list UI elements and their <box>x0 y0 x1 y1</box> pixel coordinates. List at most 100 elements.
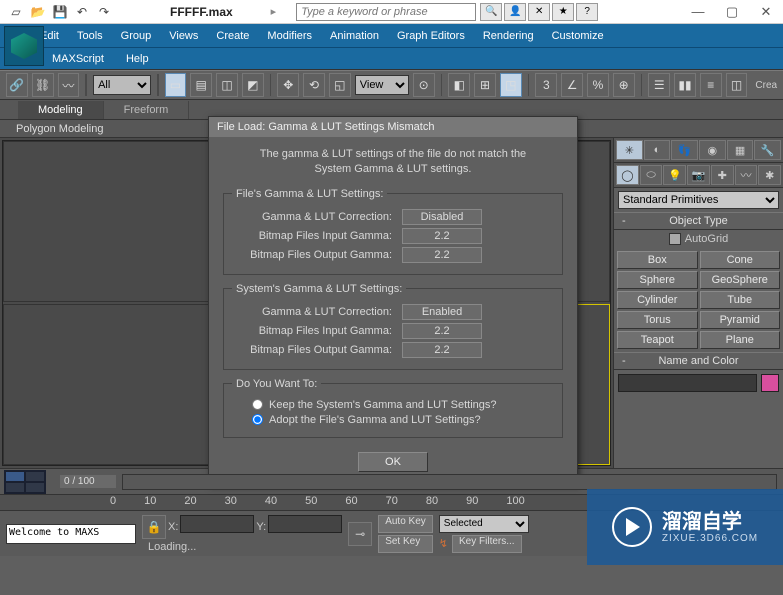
sys-correction-value: Enabled <box>402 304 482 320</box>
new-icon[interactable]: ▱ <box>6 3 26 21</box>
app-logo[interactable] <box>4 26 44 66</box>
open-icon[interactable]: 📂 <box>28 3 48 21</box>
time-slider[interactable] <box>122 474 777 490</box>
menu-views[interactable]: Views <box>169 30 198 42</box>
unlink-icon[interactable]: ⛓ <box>32 73 54 97</box>
selection-filter-dropdown[interactable]: All <box>93 75 151 95</box>
menu-group[interactable]: Group <box>121 30 152 42</box>
spacewarps-icon[interactable]: 〰 <box>735 165 758 185</box>
tab-modeling[interactable]: Modeling <box>18 101 104 119</box>
teapot-button[interactable]: Teapot <box>617 331 698 349</box>
ref-coord-dropdown[interactable]: View <box>355 75 409 95</box>
key-icon[interactable]: ⊸ <box>348 522 372 546</box>
modify-tab-icon[interactable]: ◐ <box>644 140 671 160</box>
menu-rendering[interactable]: Rendering <box>483 30 534 42</box>
plane-button[interactable]: Plane <box>700 331 781 349</box>
create-tab-icon[interactable]: ✳ <box>616 140 643 160</box>
infocenter-search-icon[interactable]: 🔍 <box>480 3 502 21</box>
maxscript-listener[interactable]: Welcome to MAXS <box>6 524 136 544</box>
percent-snap-icon[interactable]: % <box>587 73 609 97</box>
opt-adopt[interactable]: Adopt the File's Gamma and LUT Settings? <box>252 414 554 426</box>
menu-customize[interactable]: Customize <box>552 30 604 42</box>
redo-icon[interactable]: ↷ <box>94 3 114 21</box>
cone-button[interactable]: Cone <box>700 251 781 269</box>
geosphere-button[interactable]: GeoSphere <box>700 271 781 289</box>
pyramid-button[interactable]: Pyramid <box>700 311 781 329</box>
color-swatch[interactable] <box>761 374 779 392</box>
menu-tools[interactable]: Tools <box>77 30 103 42</box>
menu-help[interactable]: Help <box>126 53 149 65</box>
menu-animation[interactable]: Animation <box>330 30 379 42</box>
rollout-name-color[interactable]: Name and Color <box>614 352 783 370</box>
menu-modifiers[interactable]: Modifiers <box>267 30 312 42</box>
lock-icon[interactable]: 🔒 <box>142 515 166 539</box>
keymode-dropdown[interactable]: Selected <box>439 515 529 533</box>
select-name-button[interactable]: ▤ <box>190 73 212 97</box>
close-button[interactable]: ✕ <box>749 1 783 23</box>
menu-grapheditors[interactable]: Graph Editors <box>397 30 465 42</box>
align-icon[interactable]: ≡ <box>700 73 722 97</box>
angle-snap-icon[interactable]: ∠ <box>561 73 583 97</box>
menu-maxscript[interactable]: MAXScript <box>52 53 104 65</box>
named-sel-icon[interactable]: ☰ <box>648 73 670 97</box>
autogrid-checkbox[interactable] <box>669 233 681 245</box>
torus-button[interactable]: Torus <box>617 311 698 329</box>
geometry-icon[interactable]: ◯ <box>616 165 639 185</box>
mirror-icon[interactable]: ▮▮ <box>674 73 696 97</box>
maximize-button[interactable]: ▢ <box>715 1 749 23</box>
link-icon[interactable]: 🔗 <box>6 73 28 97</box>
signin-icon[interactable]: 👤 <box>504 3 526 21</box>
cylinder-button[interactable]: Cylinder <box>617 291 698 309</box>
layers-icon[interactable]: ◫ <box>726 73 748 97</box>
pivot-icon[interactable]: ⊙ <box>413 73 435 97</box>
opt-keep-radio[interactable] <box>252 399 263 410</box>
shapes-icon[interactable]: ⬭ <box>640 165 663 185</box>
window-crossing-button[interactable]: ◩ <box>242 73 264 97</box>
ok-button[interactable]: OK <box>358 452 428 472</box>
keyfilters-button[interactable]: Key Filters... <box>452 535 522 553</box>
bind-icon[interactable]: 〰 <box>58 73 80 97</box>
rollout-object-type[interactable]: Object Type <box>614 212 783 230</box>
y-coord[interactable] <box>268 515 342 533</box>
scale-icon[interactable]: ◱ <box>329 73 351 97</box>
undo-icon[interactable]: ↶ <box>72 3 92 21</box>
motion-tab-icon[interactable]: ◉ <box>699 140 726 160</box>
helpers-icon[interactable]: ✚ <box>711 165 734 185</box>
tube-button[interactable]: Tube <box>700 291 781 309</box>
snap3-icon[interactable]: 3 <box>535 73 557 97</box>
display-tab-icon[interactable]: ▦ <box>727 140 754 160</box>
search-input[interactable] <box>296 3 476 21</box>
sphere-button[interactable]: Sphere <box>617 271 698 289</box>
cameras-icon[interactable]: 📷 <box>687 165 710 185</box>
setkey-button[interactable]: Set Key <box>378 535 433 553</box>
rotate-icon[interactable]: ⟲ <box>303 73 325 97</box>
tab-freeform[interactable]: Freeform <box>104 101 190 119</box>
utilities-tab-icon[interactable]: 🔧 <box>754 140 781 160</box>
name-field[interactable] <box>618 374 757 392</box>
file-group-label: File's Gamma & LUT Settings: <box>232 188 387 200</box>
snap-toggle-icon[interactable]: ◳ <box>500 73 522 97</box>
spinner-snap-icon[interactable]: ⊕ <box>613 73 635 97</box>
manip-icon[interactable]: ◧ <box>448 73 470 97</box>
save-icon[interactable]: 💾 <box>50 3 70 21</box>
hierarchy-tab-icon[interactable]: 👣 <box>671 140 698 160</box>
help-icon[interactable]: ? <box>576 3 598 21</box>
select-region-button[interactable]: ◫ <box>216 73 238 97</box>
category-dropdown[interactable]: Standard Primitives <box>618 191 779 209</box>
exchange-icon[interactable]: ✕ <box>528 3 550 21</box>
select-object-button[interactable]: ▭ <box>165 73 187 97</box>
systems-icon[interactable]: ✱ <box>758 165 781 185</box>
minimize-button[interactable]: — <box>681 1 715 23</box>
lights-icon[interactable]: 💡 <box>663 165 686 185</box>
favorite-icon[interactable]: ★ <box>552 3 574 21</box>
autokey-button[interactable]: Auto Key <box>378 515 433 533</box>
keyfilter-icon[interactable]: ↯ <box>439 537 448 550</box>
keymode-icon[interactable]: ⊞ <box>474 73 496 97</box>
move-icon[interactable]: ✥ <box>277 73 299 97</box>
viewport-layout-icon[interactable] <box>4 470 46 494</box>
opt-adopt-radio[interactable] <box>252 414 263 425</box>
x-coord[interactable] <box>180 515 254 533</box>
box-button[interactable]: Box <box>617 251 698 269</box>
menu-create[interactable]: Create <box>216 30 249 42</box>
opt-keep[interactable]: Keep the System's Gamma and LUT Settings… <box>252 399 554 411</box>
